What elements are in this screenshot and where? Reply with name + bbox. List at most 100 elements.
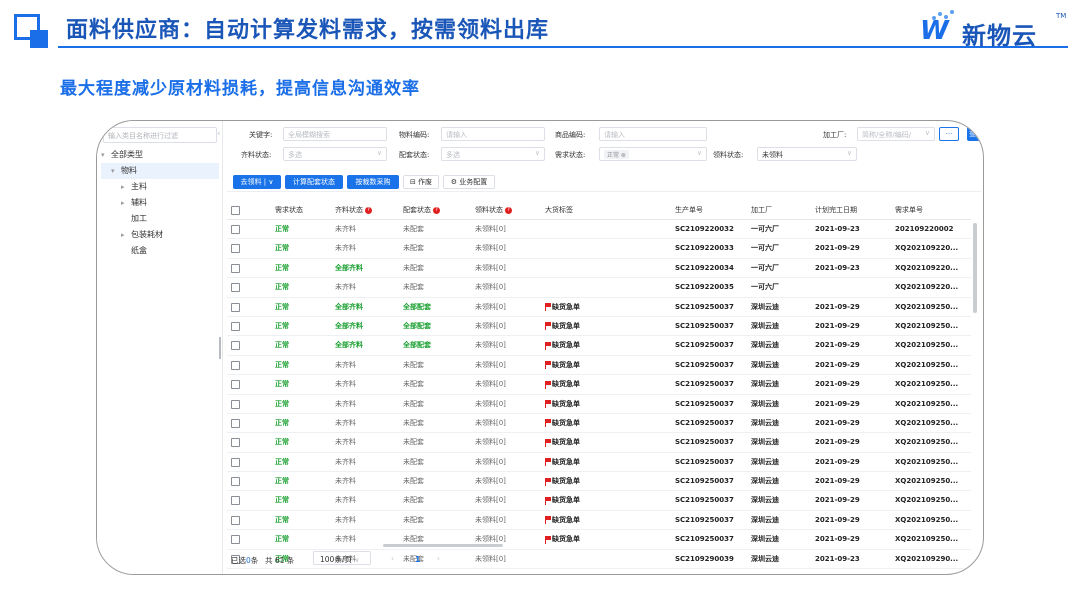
column-header[interactable]: 领料状态? [475,201,512,219]
table-row[interactable]: 正常 未齐料 未配套 未领料[0] 缺货急单 SC2109250037 深圳云迪 2021-0… [227,375,971,395]
select-all-checkbox[interactable] [231,206,240,215]
row-checkbox[interactable] [231,263,240,273]
row-checkbox[interactable] [231,477,240,487]
tree-item[interactable]: ▾ 全部类型 [101,147,219,163]
cell-text: 深圳云迪 [751,515,779,524]
kit-status-select[interactable]: 多选 ∨ [283,147,387,161]
horizontal-scrollbar[interactable] [383,544,503,547]
table-row[interactable]: 正常 未齐料 未配套 未领料[0] SC2109220035 一可六厂 XQ20210922… [227,278,971,298]
table-row[interactable]: 正常 未齐料 未配套 未领料[0] 缺货急单 SC2109250037 深圳云迪 2021-0… [227,453,971,473]
column-header[interactable]: 需求状态 [275,201,303,219]
row-checkbox[interactable] [231,515,240,525]
row-checkbox[interactable] [231,302,240,312]
tree-item[interactable]: ▸ 辅料 [101,195,219,211]
table-row[interactable]: 正常 未齐料 未配套 未领料[0] 缺货急单 SC2109250037 深圳云迪 2021-0… [227,433,971,453]
table-row[interactable]: 正常 未齐料 未配套 未领料[0] 缺货急单 SC2109250037 深圳云迪 2021-0… [227,511,971,531]
table-row[interactable]: 正常 未齐料 未配套 未领料[0] 缺货急单 SC2109250037 深圳云迪 2021-0… [227,491,971,511]
tree-item[interactable]: 加工 [101,211,219,227]
demand-status-select[interactable]: 正常 ⊗ ∨ [599,147,707,161]
help-icon[interactable]: ? [433,206,440,214]
caret-down-icon[interactable]: ▾ [111,163,121,179]
cell-demand: 正常 [275,395,289,413]
next-page-button[interactable]: › [437,554,440,563]
row-checkbox[interactable] [231,321,240,331]
row-checkbox[interactable] [231,341,240,351]
row-checkbox[interactable] [231,399,240,409]
column-header[interactable]: 需求单号 [895,201,923,219]
tree-item[interactable]: ▾ 物料 [101,163,219,179]
column-header[interactable]: 大货标签 [545,201,573,219]
cell-text: SC2109250037 [675,418,734,427]
tree-item[interactable]: ▸ 主料 [101,179,219,195]
row-checkbox[interactable] [231,438,240,448]
cell-text: 正常 [275,380,289,389]
caret-right-icon[interactable]: ▸ [121,195,131,211]
row-checkbox[interactable] [231,360,240,370]
row-checkbox[interactable] [231,244,240,254]
query-button[interactable]: 查询 [967,127,983,141]
chevron-left-icon[interactable]: ‹ [217,129,221,139]
current-page[interactable]: 1 [415,555,420,564]
prev-page-button[interactable]: ‹ [391,554,394,563]
page-size-select[interactable]: 100条/页 ∨ [313,551,371,565]
match-status-select[interactable]: 多选 ∨ [441,147,545,161]
selected-count-text: 已选0条 [231,555,258,566]
category-filter-input[interactable]: 输入类目名称进行过滤 [103,127,217,143]
material-code-input[interactable]: 请输入 [441,127,545,141]
cell-text: 缺货急单 [552,360,580,369]
table-row[interactable]: 正常 全部齐料 全部配套 未领料[0] 缺货急单 SC2109250037 深圳云迪 2021… [227,336,971,356]
pick-status-label: 领料状态: [713,151,744,159]
vertical-scrollbar[interactable] [973,223,977,313]
caret-down-icon[interactable]: ▾ [101,147,111,163]
caret-right-icon[interactable]: ▸ [121,179,131,195]
column-header[interactable]: 生产单号 [675,201,703,219]
cell-text: 缺货急单 [552,477,580,486]
help-icon[interactable]: ? [365,206,372,214]
table-row[interactable]: 正常 未齐料 未配套 未领料[0] SC2109220032 一可六厂 2021-09-23… [227,220,971,240]
table-row[interactable]: 正常 全部齐料 全部配套 未领料[0] 缺货急单 SC2109250037 深圳云迪 2021… [227,317,971,337]
table-row[interactable]: 正常 未齐料 未配套 未领料[0] 缺货急单 SC2109250037 深圳云迪 2021-0… [227,395,971,414]
pick-button-label: 去领料 [240,178,262,186]
row-checkbox[interactable] [231,380,240,390]
row-checkbox[interactable] [231,225,240,234]
cell-text: SC2109250037 [675,399,734,408]
calc-match-button[interactable]: 计算配套状态 [285,175,343,189]
table-row[interactable]: 正常 未齐料 未配套 未领料[0] 缺货急单 SC2109250037 深圳云迪 2021-0… [227,356,971,376]
help-icon[interactable]: ? [505,206,512,214]
table-row[interactable]: 正常 未齐料 未配套 未领料[0] SC2109220033 一可六厂 2021-09-29… [227,239,971,259]
column-header[interactable]: 计划完工日期 [815,201,857,219]
tree-item[interactable]: ▸ 包装耗材 [101,227,219,243]
business-config-button[interactable]: ⚙ 业务配置 [443,175,495,189]
cell-req: XQ202109250... [895,395,958,413]
cell-text: 全部齐料 [335,302,363,311]
cell-req: XQ202109250... [895,511,958,529]
tree-item[interactable]: 纸盒 [101,243,219,259]
row-checkbox[interactable] [231,283,240,293]
factory-more-button[interactable]: ··· [939,127,959,141]
cell-text: 2021-09-29 [815,360,860,369]
cell-demand: 正常 [275,375,289,393]
table-row[interactable]: 正常 全部齐料 全部配套 未领料[0] 缺货急单 SC2109250037 深圳云迪 2021… [227,298,971,317]
caret-right-icon[interactable]: ▸ [121,227,131,243]
demand-status-chip[interactable]: 正常 ⊗ [604,150,629,159]
column-header[interactable]: 加工厂 [751,201,772,219]
factory-select[interactable]: 简称/全称/编码/ ∨ [857,127,935,141]
table-row[interactable]: 正常 未齐料 未配套 未领料[0] 缺货急单 SC2109250037 深圳云迪 2021-0… [227,472,971,492]
row-checkbox[interactable] [231,535,240,545]
table-row[interactable]: 正常 未齐料 未配套 未领料[0] 缺货急单 SC2109250037 深圳云迪 2021-0… [227,530,971,550]
row-checkbox[interactable] [231,496,240,506]
purchase-by-cut-button[interactable]: 按裁数采购 [347,175,399,189]
pick-dropdown-button[interactable]: 去领料 | ∨ [233,175,281,189]
row-checkbox[interactable] [231,457,240,467]
column-header[interactable]: 配套状态? [403,201,440,219]
factory-placeholder: 简称/全称/编码/ [862,131,912,139]
column-header[interactable]: 齐料状态? [335,201,372,219]
row-checkbox[interactable] [231,418,240,428]
sidebar-resize-handle[interactable] [219,337,221,359]
table-row[interactable]: 正常 全部齐料 未配套 未领料[0] SC2109220034 一可六厂 2021-09-2… [227,259,971,279]
pick-status-select[interactable]: 未领料 ∨ [757,147,857,161]
product-code-input[interactable]: 请输入 [599,127,707,141]
table-row[interactable]: 正常 未齐料 未配套 未领料[0] 缺货急单 SC2109250037 深圳云迪 2021-0… [227,414,971,434]
keyword-input[interactable]: 全局模糊搜索 [283,127,387,141]
void-button[interactable]: ⊟ 作废 [403,175,439,189]
